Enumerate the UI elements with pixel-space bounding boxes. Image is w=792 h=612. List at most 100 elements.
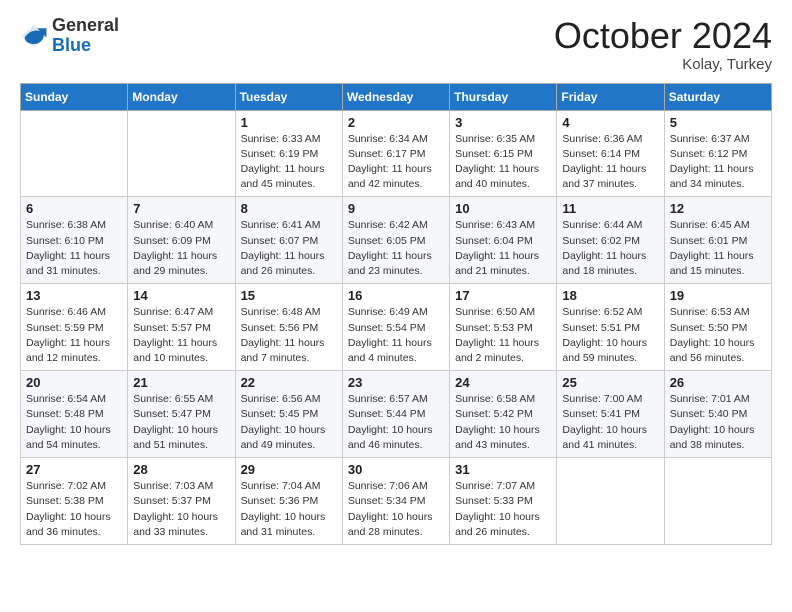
day-number: 25 — [562, 375, 658, 390]
day-cell: 24Sunrise: 6:58 AM Sunset: 5:42 PM Dayli… — [450, 371, 557, 458]
day-info: Sunrise: 7:03 AM Sunset: 5:37 PM Dayligh… — [133, 479, 229, 540]
day-cell: 9 Sunrise: 6:42 AM Sunset: 6:05 PM Daylig… — [342, 197, 449, 284]
day-number: 12 — [670, 201, 766, 216]
calendar-body: 1 Sunrise: 6:33 AM Sunset: 6:19 PM Daylig… — [21, 110, 772, 544]
day-info: Sunrise: 6:54 AM Sunset: 5:48 PM Dayligh… — [26, 392, 122, 453]
day-info: Sunrise: 6:49 AM Sunset: 5:54 PM Dayligh… — [348, 305, 444, 366]
week-row-2: 13 Sunrise: 6:46 AM Sunset: 5:59 PM Dayli… — [21, 284, 772, 371]
day-cell: 19Sunrise: 6:53 AM Sunset: 5:50 PM Dayli… — [664, 284, 771, 371]
day-cell — [557, 458, 664, 545]
day-info: Sunrise: 6:42 AM Sunset: 6:05 PM Dayligh… — [348, 218, 444, 279]
day-info: Sunrise: 6:33 AM Sunset: 6:19 PM Dayligh… — [241, 132, 337, 193]
day-number: 27 — [26, 462, 122, 477]
day-cell: 13 Sunrise: 6:46 AM Sunset: 5:59 PM Dayli… — [21, 284, 128, 371]
day-cell — [21, 110, 128, 197]
day-number: 6 — [26, 201, 122, 216]
day-info: Sunrise: 6:46 AM Sunset: 5:59 PM Dayligh… — [26, 305, 122, 366]
day-cell: 29Sunrise: 7:04 AM Sunset: 5:36 PM Dayli… — [235, 458, 342, 545]
day-info: Sunrise: 6:36 AM Sunset: 6:14 PM Dayligh… — [562, 132, 658, 193]
day-number: 28 — [133, 462, 229, 477]
day-cell: 31 Sunrise: 7:07 AM Sunset: 5:33 PM Dayli… — [450, 458, 557, 545]
logo-text: General Blue — [52, 16, 119, 56]
day-info: Sunrise: 6:38 AM Sunset: 6:10 PM Dayligh… — [26, 218, 122, 279]
day-cell: 25 Sunrise: 7:00 AM Sunset: 5:41 PM Dayli… — [557, 371, 664, 458]
calendar-table: Sunday Monday Tuesday Wednesday Thursday… — [20, 83, 772, 545]
day-info: Sunrise: 7:06 AM Sunset: 5:34 PM Dayligh… — [348, 479, 444, 540]
day-number: 15 — [241, 288, 337, 303]
day-info: Sunrise: 7:02 AM Sunset: 5:38 PM Dayligh… — [26, 479, 122, 540]
col-friday: Friday — [557, 83, 664, 110]
col-wednesday: Wednesday — [342, 83, 449, 110]
day-info: Sunrise: 6:41 AM Sunset: 6:07 PM Dayligh… — [241, 218, 337, 279]
day-cell: 20 Sunrise: 6:54 AM Sunset: 5:48 PM Dayli… — [21, 371, 128, 458]
day-cell: 3Sunrise: 6:35 AM Sunset: 6:15 PM Daylig… — [450, 110, 557, 197]
day-number: 31 — [455, 462, 551, 477]
day-info: Sunrise: 6:52 AM Sunset: 5:51 PM Dayligh… — [562, 305, 658, 366]
col-sunday: Sunday — [21, 83, 128, 110]
day-cell — [128, 110, 235, 197]
day-info: Sunrise: 7:07 AM Sunset: 5:33 PM Dayligh… — [455, 479, 551, 540]
day-cell: 2Sunrise: 6:34 AM Sunset: 6:17 PM Daylig… — [342, 110, 449, 197]
day-cell: 12 Sunrise: 6:45 AM Sunset: 6:01 PM Dayli… — [664, 197, 771, 284]
day-number: 21 — [133, 375, 229, 390]
day-number: 5 — [670, 115, 766, 130]
day-number: 20 — [26, 375, 122, 390]
day-cell: 28 Sunrise: 7:03 AM Sunset: 5:37 PM Dayli… — [128, 458, 235, 545]
day-number: 26 — [670, 375, 766, 390]
day-info: Sunrise: 6:55 AM Sunset: 5:47 PM Dayligh… — [133, 392, 229, 453]
day-info: Sunrise: 6:47 AM Sunset: 5:57 PM Dayligh… — [133, 305, 229, 366]
day-number: 11 — [562, 201, 658, 216]
day-cell — [664, 458, 771, 545]
day-number: 14 — [133, 288, 229, 303]
day-cell: 17Sunrise: 6:50 AM Sunset: 5:53 PM Dayli… — [450, 284, 557, 371]
logo: General Blue — [20, 16, 119, 56]
day-info: Sunrise: 6:37 AM Sunset: 6:12 PM Dayligh… — [670, 132, 766, 193]
day-cell: 26 Sunrise: 7:01 AM Sunset: 5:40 PM Dayli… — [664, 371, 771, 458]
day-number: 9 — [348, 201, 444, 216]
week-row-3: 20 Sunrise: 6:54 AM Sunset: 5:48 PM Dayli… — [21, 371, 772, 458]
day-info: Sunrise: 6:48 AM Sunset: 5:56 PM Dayligh… — [241, 305, 337, 366]
day-number: 18 — [562, 288, 658, 303]
day-cell: 1 Sunrise: 6:33 AM Sunset: 6:19 PM Daylig… — [235, 110, 342, 197]
day-info: Sunrise: 6:40 AM Sunset: 6:09 PM Dayligh… — [133, 218, 229, 279]
col-monday: Monday — [128, 83, 235, 110]
title-block: October 2024 Kolay, Turkey — [554, 16, 772, 73]
day-info: Sunrise: 6:45 AM Sunset: 6:01 PM Dayligh… — [670, 218, 766, 279]
calendar-page: General Blue October 2024 Kolay, Turkey … — [0, 0, 792, 612]
logo-blue: Blue — [52, 36, 119, 56]
day-number: 19 — [670, 288, 766, 303]
day-cell: 6 Sunrise: 6:38 AM Sunset: 6:10 PM Daylig… — [21, 197, 128, 284]
logo-general: General — [52, 16, 119, 36]
day-cell: 16Sunrise: 6:49 AM Sunset: 5:54 PM Dayli… — [342, 284, 449, 371]
header-row: Sunday Monday Tuesday Wednesday Thursday… — [21, 83, 772, 110]
day-cell: 14 Sunrise: 6:47 AM Sunset: 5:57 PM Dayli… — [128, 284, 235, 371]
day-number: 1 — [241, 115, 337, 130]
day-number: 22 — [241, 375, 337, 390]
day-info: Sunrise: 6:57 AM Sunset: 5:44 PM Dayligh… — [348, 392, 444, 453]
day-cell: 10 Sunrise: 6:43 AM Sunset: 6:04 PM Dayli… — [450, 197, 557, 284]
day-cell: 11 Sunrise: 6:44 AM Sunset: 6:02 PM Dayli… — [557, 197, 664, 284]
day-cell: 18 Sunrise: 6:52 AM Sunset: 5:51 PM Dayli… — [557, 284, 664, 371]
day-info: Sunrise: 6:58 AM Sunset: 5:42 PM Dayligh… — [455, 392, 551, 453]
day-number: 4 — [562, 115, 658, 130]
day-info: Sunrise: 6:44 AM Sunset: 6:02 PM Dayligh… — [562, 218, 658, 279]
calendar-header: Sunday Monday Tuesday Wednesday Thursday… — [21, 83, 772, 110]
day-info: Sunrise: 7:00 AM Sunset: 5:41 PM Dayligh… — [562, 392, 658, 453]
day-info: Sunrise: 7:04 AM Sunset: 5:36 PM Dayligh… — [241, 479, 337, 540]
day-cell: 22Sunrise: 6:56 AM Sunset: 5:45 PM Dayli… — [235, 371, 342, 458]
day-info: Sunrise: 6:43 AM Sunset: 6:04 PM Dayligh… — [455, 218, 551, 279]
location: Kolay, Turkey — [554, 56, 772, 73]
day-cell: 30Sunrise: 7:06 AM Sunset: 5:34 PM Dayli… — [342, 458, 449, 545]
day-number: 17 — [455, 288, 551, 303]
day-number: 2 — [348, 115, 444, 130]
col-thursday: Thursday — [450, 83, 557, 110]
day-number: 13 — [26, 288, 122, 303]
day-info: Sunrise: 7:01 AM Sunset: 5:40 PM Dayligh… — [670, 392, 766, 453]
day-number: 10 — [455, 201, 551, 216]
day-number: 7 — [133, 201, 229, 216]
day-cell: 27 Sunrise: 7:02 AM Sunset: 5:38 PM Dayli… — [21, 458, 128, 545]
col-saturday: Saturday — [664, 83, 771, 110]
day-number: 23 — [348, 375, 444, 390]
header: General Blue October 2024 Kolay, Turkey — [20, 16, 772, 73]
logo-icon — [20, 22, 48, 50]
